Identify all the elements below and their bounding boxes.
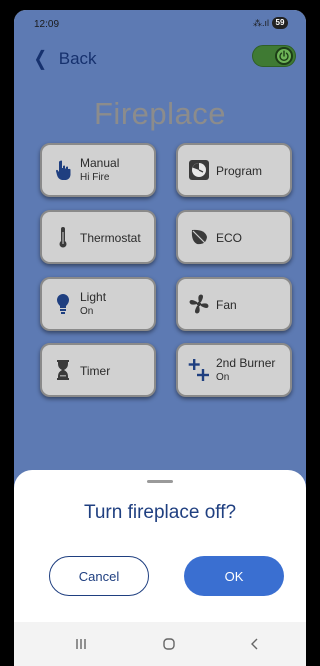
plus-plus-icon — [188, 358, 210, 382]
tile-timer[interactable]: Timer — [40, 343, 156, 397]
tile-label: ECO — [216, 231, 243, 245]
tile-label: Timer — [80, 364, 111, 378]
tile-label: Thermostat — [80, 231, 141, 245]
drag-handle[interactable] — [147, 480, 173, 483]
back-label: Back — [58, 48, 97, 68]
tile-label: Fan — [216, 298, 237, 312]
tile-thermostat[interactable]: Thermostat — [40, 210, 156, 264]
tile-second-burner[interactable]: 2nd Burner On — [176, 343, 292, 397]
clock-icon — [188, 158, 210, 182]
fan-icon — [188, 292, 210, 316]
chevron-left-icon: ❮ — [33, 48, 48, 70]
hourglass-icon — [52, 358, 74, 382]
tile-label: Light — [80, 290, 107, 304]
leaf-icon — [188, 225, 210, 249]
tile-manual[interactable]: Manual Hi Fire — [40, 143, 156, 197]
status-bar: 12:09 ⁂.ıl 59 — [14, 10, 306, 38]
app-bar: ❮ Back — [14, 38, 306, 76]
back-button[interactable]: ❮ Back — [32, 46, 97, 71]
tile-label: Program — [216, 164, 263, 178]
status-time: 12:09 — [34, 19, 60, 30]
thermometer-icon — [52, 225, 74, 249]
tile-fan[interactable]: Fan — [176, 277, 292, 331]
tile-sublabel: Hi Fire — [80, 172, 110, 183]
tile-label: 2nd Burner — [216, 356, 276, 370]
status-icons: ⁂.ıl 59 — [253, 17, 288, 29]
tile-program[interactable]: Program — [176, 143, 292, 197]
battery-icon: 59 — [272, 17, 288, 29]
power-toggle[interactable] — [252, 45, 296, 67]
cancel-button[interactable]: Cancel — [49, 556, 149, 596]
tile-sublabel: On — [80, 306, 94, 317]
power-icon — [275, 47, 293, 65]
back-nav-icon[interactable] — [240, 634, 270, 654]
main-panel: Fireplace Manual Hi Fire Program Thermos… — [14, 76, 306, 476]
signal-icon: ⁂.ıl — [252, 17, 269, 28]
phone-screen: 12:09 ⁂.ıl 59 ❮ Back Fireplace Manual Hi… — [14, 10, 306, 666]
lightbulb-icon — [52, 292, 74, 316]
system-nav-bar — [14, 622, 306, 666]
dialog-title: Turn fireplace off? — [83, 502, 237, 523]
hand-pointer-icon — [52, 158, 74, 182]
page-title: Fireplace — [94, 96, 226, 131]
home-icon[interactable] — [154, 634, 184, 654]
tile-eco[interactable]: ECO — [176, 210, 292, 264]
ok-button[interactable]: OK — [184, 556, 284, 596]
tile-label: Manual — [80, 156, 120, 170]
tile-sublabel: On — [216, 372, 230, 383]
recent-apps-icon[interactable] — [66, 634, 96, 654]
tile-light[interactable]: Light On — [40, 277, 156, 331]
